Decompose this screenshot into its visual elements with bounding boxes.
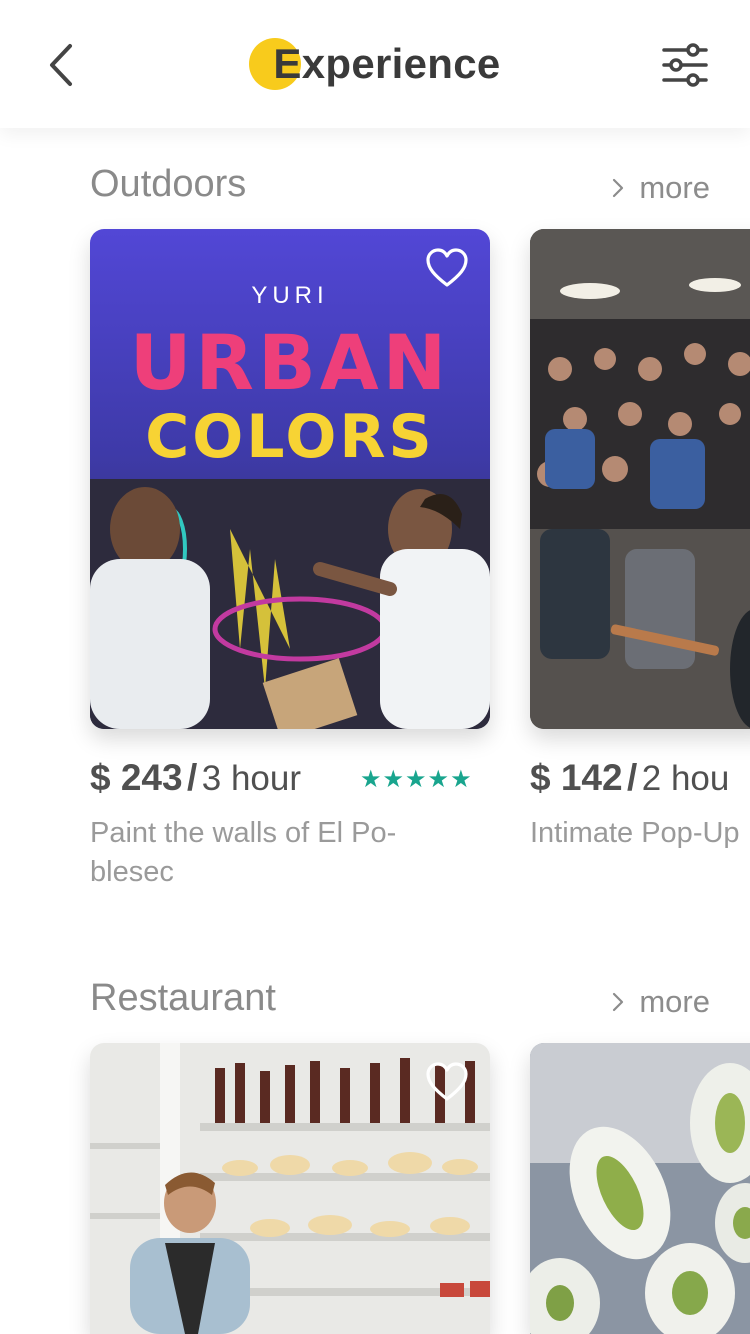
price-line-2: $ 142 / 2 hou xyxy=(530,757,729,799)
card-description-2: Intimate Pop-Up xyxy=(530,814,750,853)
popup-concert-photo xyxy=(530,229,750,729)
poster-line1: URBAN xyxy=(130,318,451,407)
section-title-outdoors: Outdoors xyxy=(90,163,247,205)
price-separator: / xyxy=(187,757,198,798)
title-area: Experience xyxy=(0,36,750,92)
heart-icon[interactable] xyxy=(424,247,470,289)
card-description-1: Paint the walls of El Po- blesec xyxy=(90,814,490,892)
poster-line2: COLORS xyxy=(145,402,435,472)
more-link-restaurant[interactable]: more xyxy=(611,984,710,1020)
description-line: blesec xyxy=(90,856,174,888)
chevron-right-icon xyxy=(613,992,624,1012)
more-link-outdoors[interactable]: more xyxy=(611,170,710,206)
poster-brand: YURI xyxy=(251,282,328,309)
experience-card-cheese-shop[interactable] xyxy=(90,1043,490,1334)
description-line: Intimate Pop-Up xyxy=(530,817,740,849)
chevron-right-icon xyxy=(613,178,624,198)
top-bar: Experience xyxy=(0,0,750,128)
urban-colors-photo: YURI URBAN COLORS xyxy=(90,229,490,729)
experience-card-urban-colors[interactable]: YURI URBAN COLORS xyxy=(90,229,490,729)
heart-icon[interactable] xyxy=(424,1061,470,1103)
price-duration: 2 hou xyxy=(641,759,730,798)
description-line: Paint the walls of El Po- xyxy=(90,817,397,849)
price-amount: $ 142 xyxy=(530,757,623,798)
filter-sliders-icon[interactable] xyxy=(660,40,710,90)
page-title: Experience xyxy=(273,40,501,87)
price-separator: / xyxy=(627,757,638,798)
section-title-restaurant: Restaurant xyxy=(90,977,276,1019)
experience-card-sushi[interactable] xyxy=(530,1043,750,1334)
price-line-1: $ 243 / 3 hour xyxy=(90,757,301,799)
more-link-label: more xyxy=(639,984,710,1019)
price-duration: 3 hour xyxy=(201,759,302,798)
price-amount: $ 243 xyxy=(90,757,183,798)
rating-stars: ★★★★★ xyxy=(360,766,473,793)
experience-card-popup[interactable] xyxy=(530,229,750,729)
more-link-label: more xyxy=(639,170,710,205)
sushi-photo xyxy=(530,1043,750,1334)
